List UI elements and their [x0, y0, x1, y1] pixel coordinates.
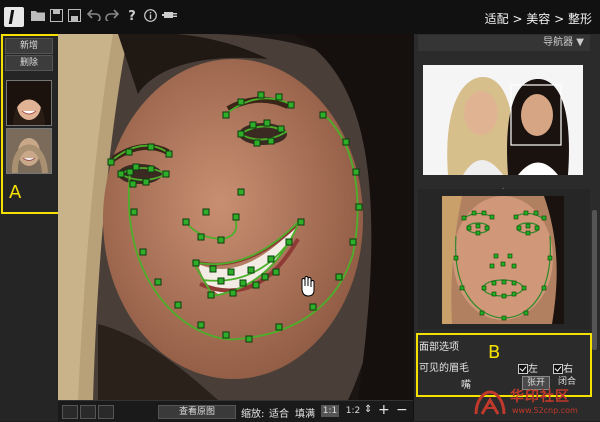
eyebrow-right-checkbox[interactable]: 右	[553, 360, 573, 375]
watermark: 华印社区 www.52cnp.com	[472, 384, 597, 421]
annotation-label-b: B	[488, 342, 501, 363]
watermark-url: www.52cnp.com	[512, 406, 578, 415]
logo-icon[interactable]	[4, 7, 24, 27]
watermark-logo-icon	[474, 390, 506, 415]
save-as-icon[interactable]	[66, 9, 82, 25]
zoom-label: 缩放:	[241, 409, 265, 420]
plugin-icon[interactable]	[162, 9, 178, 25]
eyebrow-right-label: 右	[563, 364, 573, 375]
navigator-header[interactable]: 导航器 ▼	[418, 35, 590, 51]
split-view-icon[interactable]	[80, 405, 96, 419]
save-icon[interactable]	[48, 9, 64, 25]
zoom-fill-button[interactable]: 填满	[295, 405, 315, 420]
checkbox-checked-icon[interactable]	[518, 364, 528, 374]
zoom-stepper-icon[interactable]: ⇕	[364, 404, 372, 415]
compare-view-icon[interactable]	[98, 405, 114, 419]
info-icon[interactable]	[142, 9, 158, 25]
eyebrow-left-checkbox[interactable]: 左	[518, 360, 538, 375]
main-photo-canvas[interactable]	[58, 34, 413, 400]
redo-icon[interactable]	[104, 9, 120, 25]
folder-icon[interactable]	[30, 9, 46, 25]
undo-icon[interactable]	[86, 9, 102, 25]
checkbox-checked-icon[interactable]	[553, 364, 563, 374]
annotation-label-a: A	[9, 182, 22, 203]
single-view-icon[interactable]	[62, 405, 78, 419]
panel-scrollbar[interactable]	[592, 210, 597, 350]
face-preview-image[interactable]	[442, 196, 564, 324]
zoom-in-button[interactable]: +	[378, 402, 390, 418]
face-options-title: 面部选项	[419, 342, 459, 353]
visible-eyebrows-label: 可见的眉毛	[419, 363, 469, 374]
navigator-preview[interactable]	[423, 65, 583, 175]
breadcrumb: 适配 > 美容 > 整形	[484, 12, 592, 26]
view-original-button[interactable]: 查看原图	[158, 405, 236, 419]
top-toolbar: ? 适配 > 美容 > 整形	[0, 0, 600, 35]
face-mesh-overlay[interactable]	[58, 34, 413, 400]
bottom-toolbar: 查看原图 缩放: 适合 填满 1:1 1:2 ⇕ + −	[58, 400, 413, 422]
eyebrow-left-label: 左	[528, 364, 538, 375]
help-icon[interactable]: ?	[124, 9, 140, 25]
zoom-1-1-button[interactable]: 1:1	[321, 405, 339, 417]
zoom-1-2-button[interactable]: 1:2	[344, 405, 362, 417]
zoom-out-button[interactable]: −	[396, 402, 408, 418]
watermark-text: 华印社区	[510, 389, 570, 405]
mouth-label: 嘴	[461, 380, 471, 391]
zoom-fit-button[interactable]: 适合	[269, 405, 289, 420]
